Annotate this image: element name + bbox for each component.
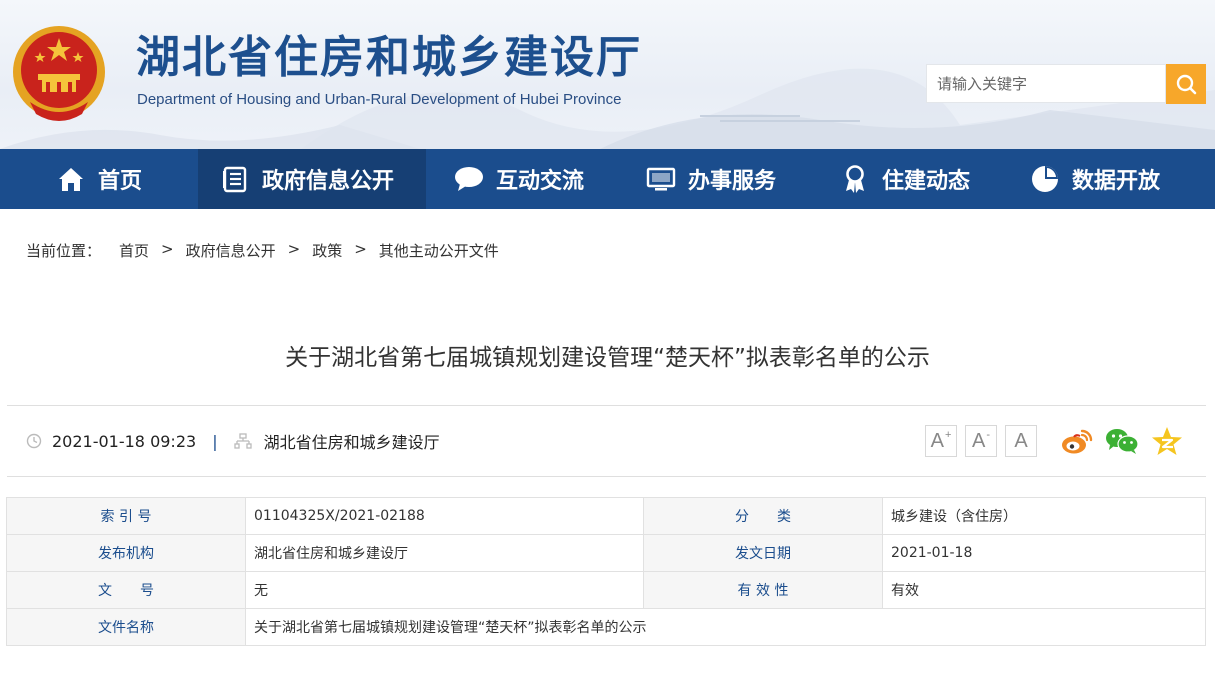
qzone-star-icon [1152,427,1182,455]
nav-item-home[interactable]: 首页 [56,149,142,209]
label-file-name: 文件名称 [6,608,246,646]
award-icon [840,164,870,194]
value-index-number: 01104325X/2021-02188 [245,497,644,535]
value-doc-number: 无 [245,571,644,609]
document-info-table: 索 引 号 01104325X/2021-02188 分 类 城乡建设（含住房）… [6,497,1206,646]
breadcrumb-link-other-files[interactable]: 其他主动公开文件 [379,240,499,261]
label-index-number: 索 引 号 [6,497,246,535]
divider [7,476,1206,477]
table-row: 文件名称 关于湖北省第七届城镇规划建设管理“楚天杯”拟表彰名单的公示 [6,608,1206,646]
table-row: 发布机构 湖北省住房和城乡建设厅 发文日期 2021-01-18 [6,534,1206,572]
font-smaller-button[interactable]: A- [965,425,997,457]
label-category: 分 类 [643,497,883,535]
nav-label: 住建动态 [882,169,971,194]
breadcrumb-separator: > [354,240,367,258]
value-issue-date: 2021-01-18 [882,534,1206,572]
nav-label: 办事服务 [688,169,777,194]
nav-label: 互动交流 [496,169,585,194]
search-button[interactable] [1166,64,1206,104]
site-title: 湖北省住房和城乡建设厅 [136,32,642,83]
article-meta: 2021-01-18 09:23 | 湖北省住房和城乡建设厅 [26,430,440,452]
font-smaller-mark: - [986,429,990,441]
site-subtitle: Department of Housing and Urban-Rural De… [137,91,622,108]
search-icon [1176,74,1197,95]
breadcrumb-link-gov-info[interactable]: 政府信息公开 [186,240,276,261]
monitor-icon [646,164,676,194]
clock-icon [26,433,42,449]
share-qzone-button[interactable] [1149,424,1185,458]
value-file-name: 关于湖北省第七届城镇规划建设管理“楚天杯”拟表彰名单的公示 [245,608,1206,646]
weibo-icon [1062,429,1093,454]
nav-label: 首页 [98,169,143,194]
nav-item-open-data[interactable]: 数据开放 [1030,149,1160,209]
label-doc-number: 文 号 [6,571,246,609]
org-icon [233,433,252,449]
font-larger-label: A [930,429,944,452]
label-issue-date: 发文日期 [643,534,883,572]
home-icon [56,164,86,194]
breadcrumb-separator: > [161,240,174,258]
breadcrumb-prefix: 当前位置： [26,242,102,260]
label-validity: 有 效 性 [643,571,883,609]
nav-item-services[interactable]: 办事服务 [646,149,776,209]
value-issuing-org: 湖北省住房和城乡建设厅 [245,534,644,572]
divider [7,405,1206,406]
font-reset-button[interactable]: A [1005,425,1037,457]
share-weibo-button[interactable] [1059,424,1095,458]
share-wechat-button[interactable] [1104,424,1140,458]
search-box [926,64,1166,103]
table-row: 文 号 无 有 效 性 有效 [6,571,1206,609]
nav-item-gov-info[interactable]: 政府信息公开 [198,149,426,209]
breadcrumb-link-policy[interactable]: 政策 [312,240,342,261]
breadcrumb: 当前位置： 首页 > 政府信息公开 > 政策 > 其他主动公开文件 [26,240,499,261]
font-larger-mark: + [944,429,952,441]
main-nav: 首页 政府信息公开 互动交流 办事服务 住建动态 数据开放 [0,149,1215,209]
value-category: 城乡建设（含住房） [882,497,1206,535]
table-row: 索 引 号 01104325X/2021-02188 分 类 城乡建设（含住房） [6,497,1206,535]
national-emblem-logo [13,26,105,121]
nav-item-interaction[interactable]: 互动交流 [454,149,584,209]
pie-chart-icon [1030,164,1060,194]
article-title: 关于湖北省第七届城镇规划建设管理“楚天杯”拟表彰名单的公示 [285,345,930,371]
chat-bubble-icon [454,164,484,194]
wechat-icon [1106,429,1139,454]
breadcrumb-separator: > [287,240,301,258]
font-smaller-label: A [971,429,986,452]
value-validity: 有效 [882,571,1206,609]
site-header: 湖北省住房和城乡建设厅 Department of Housing and Ur… [0,0,1215,149]
label-issuing-org: 发布机构 [6,534,246,572]
search-input[interactable] [927,65,1165,102]
font-reset-label: A [1014,429,1028,452]
meta-divider: | [212,431,218,451]
font-larger-button[interactable]: A + [925,425,957,457]
breadcrumb-link-home[interactable]: 首页 [119,240,149,261]
publisher: 湖北省住房和城乡建设厅 [263,433,440,452]
nav-item-news[interactable]: 住建动态 [840,149,970,209]
publish-datetime: 2021-01-18 09:23 [52,431,197,451]
document-icon [220,164,250,194]
nav-label: 政府信息公开 [262,169,395,194]
nav-label: 数据开放 [1072,169,1161,194]
